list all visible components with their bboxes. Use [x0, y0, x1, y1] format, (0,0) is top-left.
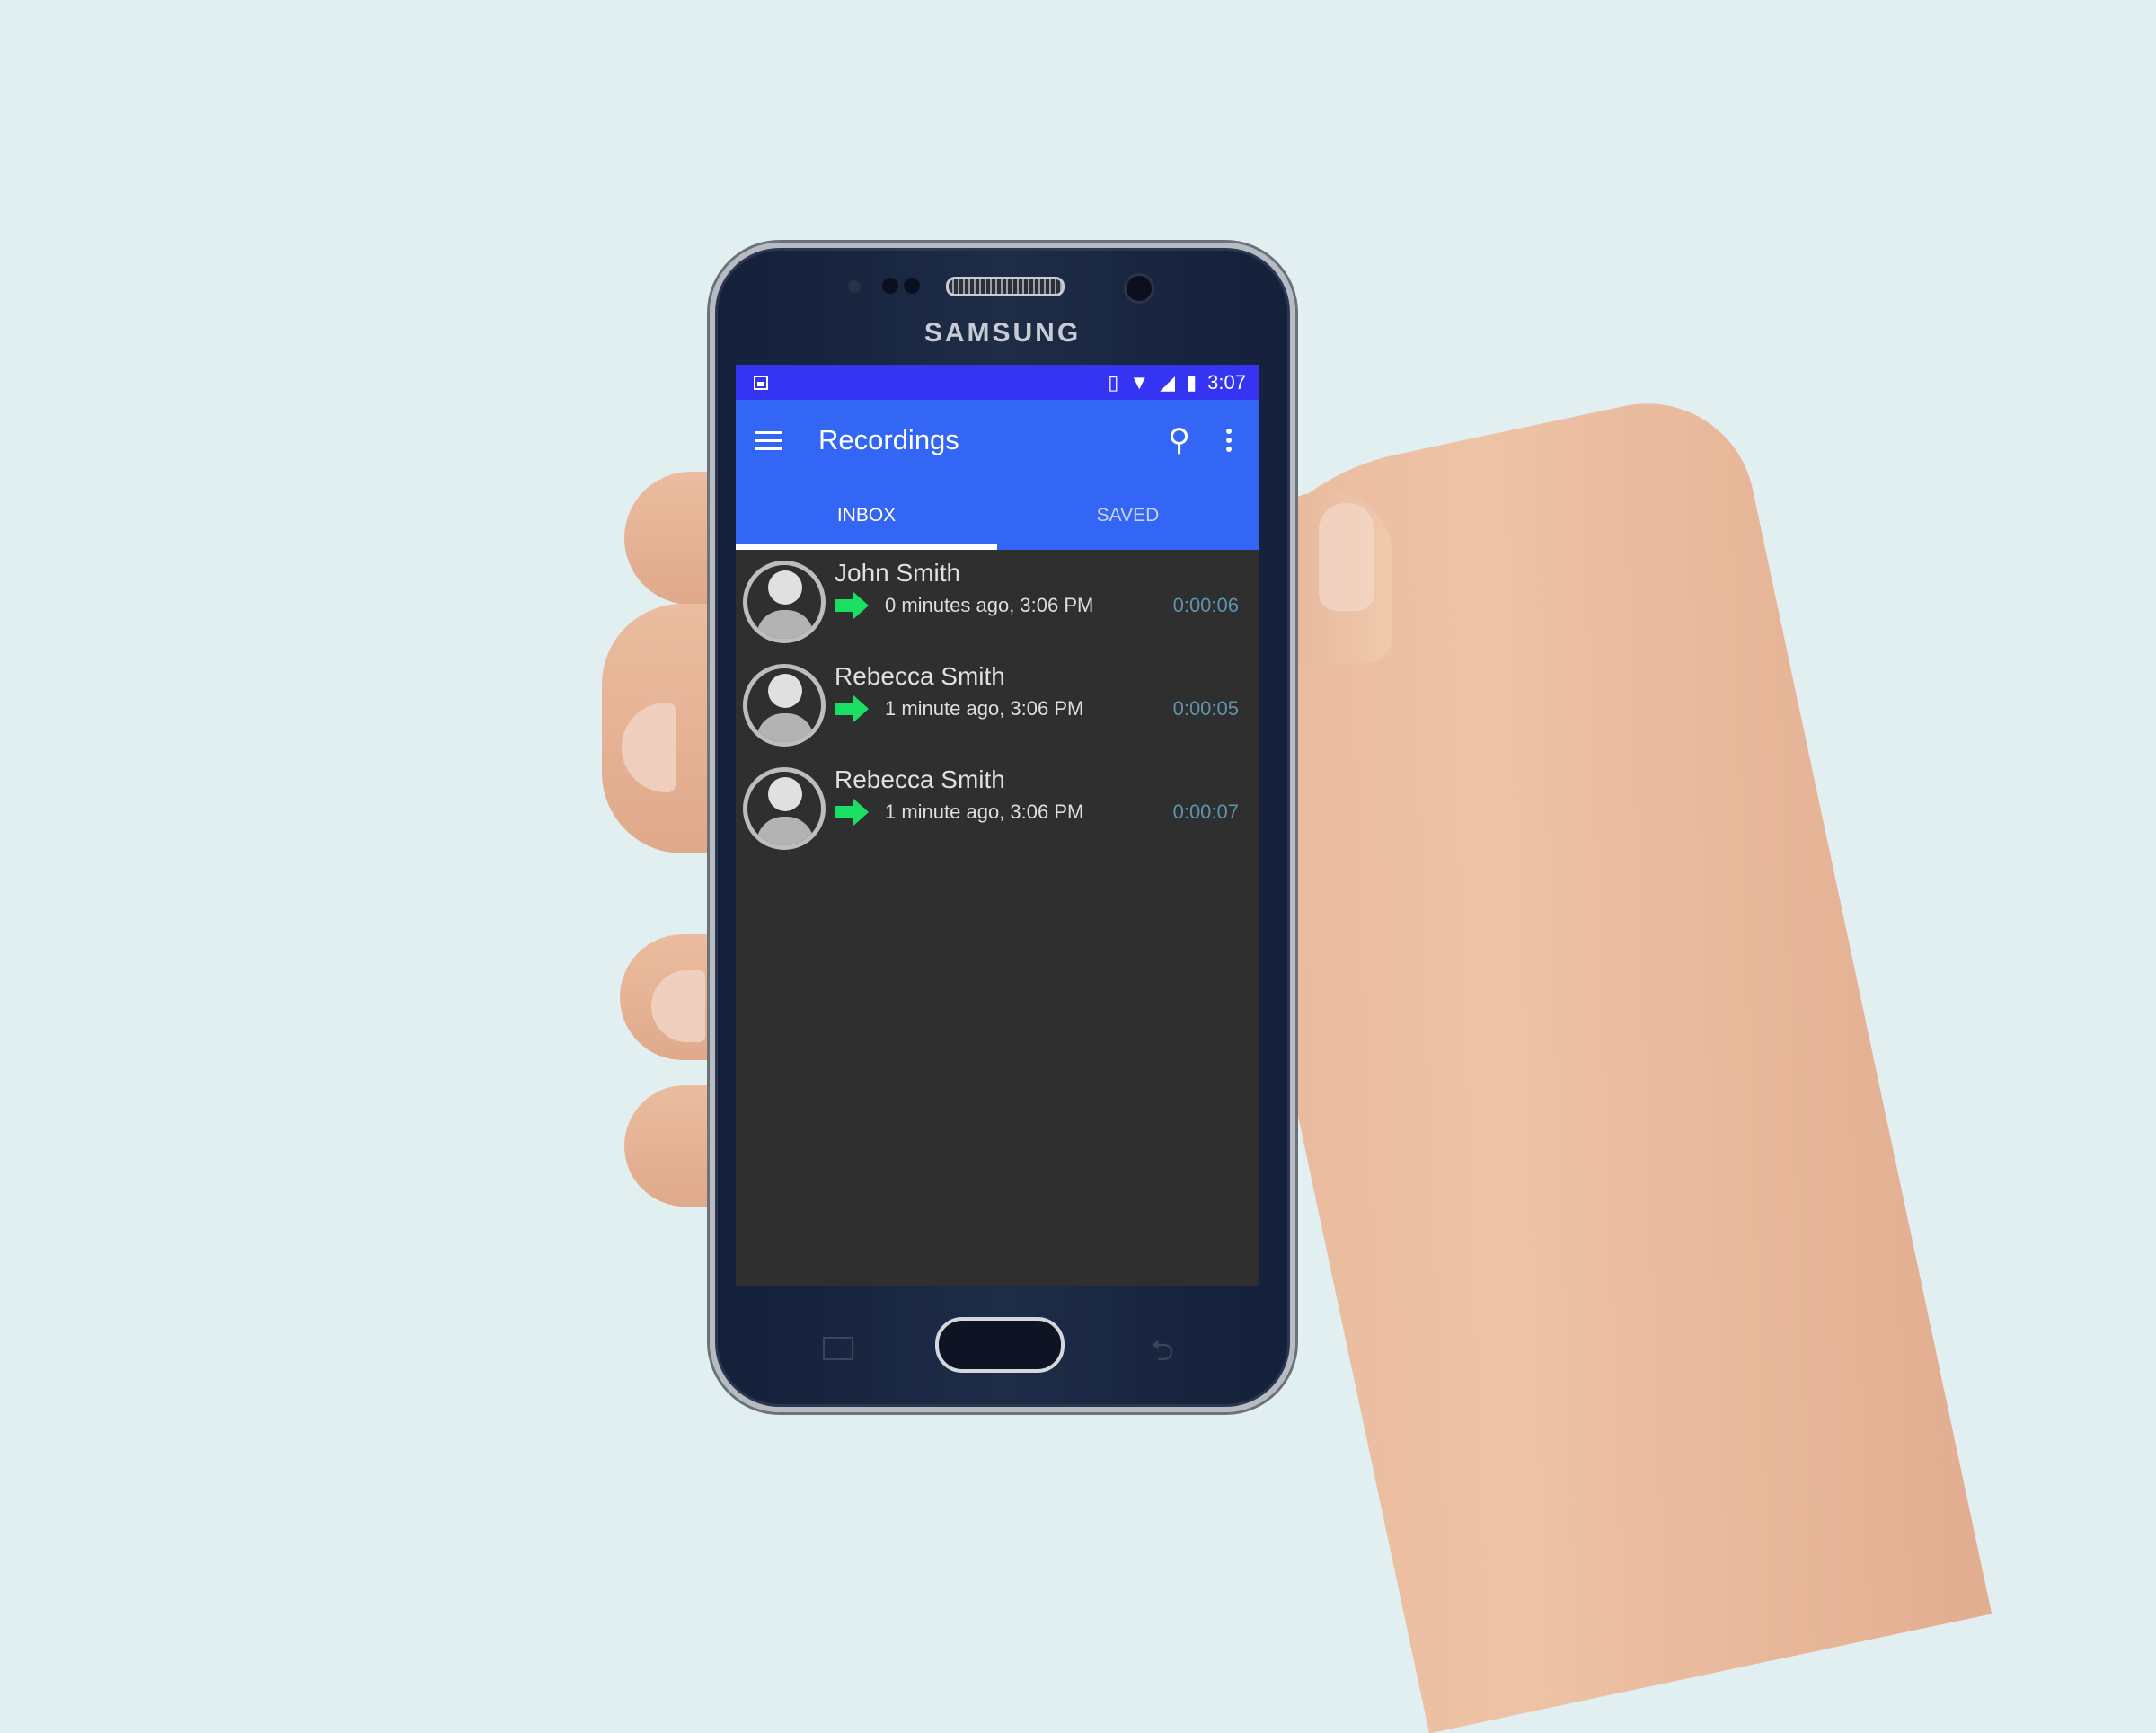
app-toolbar: Recordings ⚲ INBOX SAVED: [736, 400, 1259, 550]
outgoing-arrow-icon: [835, 591, 870, 620]
tab-inbox[interactable]: INBOX: [736, 481, 997, 550]
hamburger-icon[interactable]: [755, 430, 782, 450]
recording-duration: 0:00:07: [1172, 800, 1239, 823]
recording-time: 1 minute ago, 3:06 PM: [885, 697, 1084, 720]
list-item[interactable]: Rebecca Smith 1 minute ago, 3:06 PM 0:00…: [736, 657, 1259, 760]
outgoing-arrow-icon: [835, 798, 870, 827]
front-camera: [1124, 273, 1154, 304]
tab-bar: INBOX SAVED: [736, 481, 1259, 550]
back-key[interactable]: ⮌: [1151, 1331, 1174, 1379]
recording-duration: 0:00:06: [1172, 594, 1239, 616]
more-vert-icon[interactable]: [1226, 429, 1232, 452]
outgoing-arrow-icon: [835, 694, 870, 723]
recording-time: 0 minutes ago, 3:06 PM: [885, 594, 1094, 616]
search-icon[interactable]: ⚲: [1168, 422, 1190, 458]
status-time: 3:07: [1207, 370, 1246, 393]
brand-logo: SAMSUNG: [923, 318, 1082, 348]
image-notification-icon: [754, 375, 768, 390]
list-item[interactable]: Rebecca Smith 1 minute ago, 3:06 PM 0:00…: [736, 760, 1259, 863]
phone-screen: ▯ ▼ ◢ ▮ 3:07 Recordings ⚲ INBOX SAVED Jo…: [736, 365, 1259, 1286]
signal-icon: ◢: [1160, 370, 1176, 393]
page-title: Recordings: [818, 424, 959, 455]
avatar-icon: [743, 767, 826, 850]
contact-name: Rebecca Smith: [835, 662, 1005, 690]
thumb-nail: [1319, 503, 1374, 611]
list-item[interactable]: John Smith 0 minutes ago, 3:06 PM 0:00:0…: [736, 553, 1259, 657]
home-button[interactable]: [935, 1317, 1065, 1373]
status-bar: ▯ ▼ ◢ ▮ 3:07: [736, 365, 1259, 400]
contact-name: John Smith: [835, 559, 961, 587]
sensor-dot: [904, 278, 920, 294]
sensor-dot: [882, 278, 898, 294]
recent-apps-key[interactable]: [823, 1337, 853, 1360]
avatar-icon: [743, 664, 826, 747]
recording-time: 1 minute ago, 3:06 PM: [885, 800, 1084, 823]
wifi-icon: ▼: [1129, 370, 1150, 393]
recording-duration: 0:00:05: [1172, 697, 1239, 720]
proximity-sensor: [848, 280, 861, 293]
battery-icon: ▮: [1186, 370, 1197, 393]
avatar-icon: [743, 561, 826, 643]
tab-saved[interactable]: SAVED: [997, 481, 1259, 550]
contact-name: Rebecca Smith: [835, 765, 1005, 793]
recordings-list: John Smith 0 minutes ago, 3:06 PM 0:00:0…: [736, 550, 1259, 863]
vibrate-icon: ▯: [1108, 370, 1119, 393]
earpiece-speaker: [946, 277, 1065, 296]
